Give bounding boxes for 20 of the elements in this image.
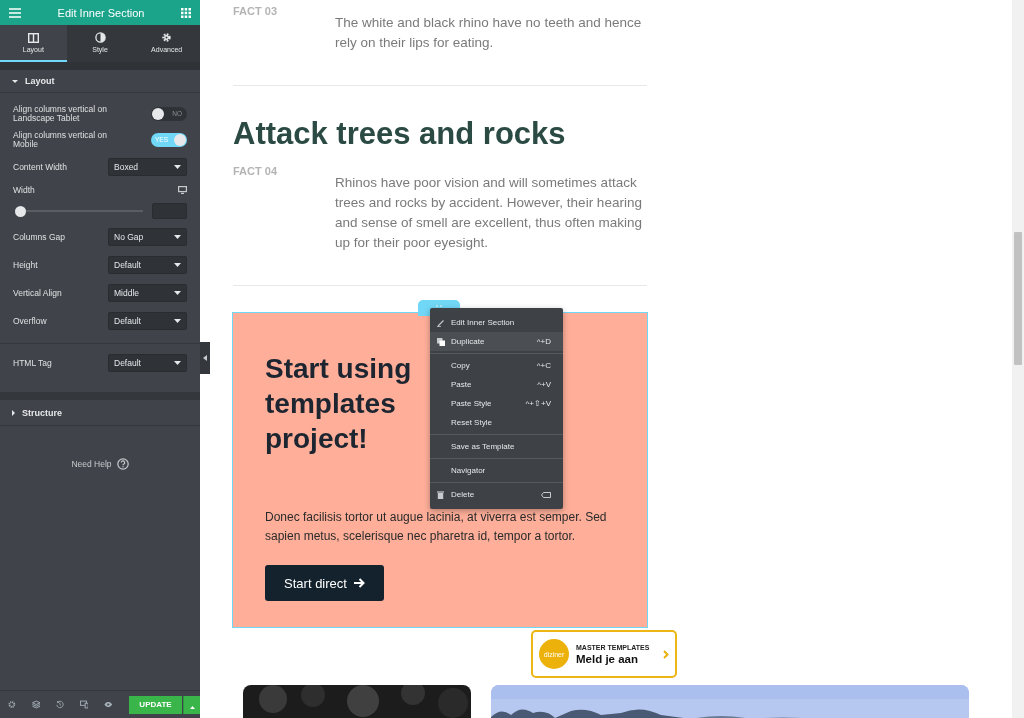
badge-title: Meld je aan: [576, 652, 639, 665]
fact-text: The white and black rhino have no teeth and hence rely on their lips for eating.: [335, 14, 643, 52]
heading-line: Start using: [265, 352, 412, 386]
heading-line: project!: [265, 422, 368, 456]
control-label: Height: [13, 260, 38, 270]
control-label: Vertical Align: [13, 288, 62, 298]
control-label: Width: [13, 185, 35, 195]
fact-label: FACT 04: [233, 164, 278, 179]
section-text: Donec facilisis tortor ut augue lacinia, at viverra est semper. Sed sapien metus, scelerisque nec pharetra id, tempor a tortor.: [265, 509, 608, 545]
section-heading: Attack trees and rocks: [233, 115, 567, 153]
control-label: Overflow: [13, 316, 47, 326]
control-label: Align columns vertical on Landscape Tablet: [13, 105, 108, 123]
fact-label: FACT 03: [233, 4, 278, 19]
control-label: Columns Gap: [13, 232, 65, 242]
panel-title: Edit Inner Section: [57, 6, 145, 19]
fact-text: Rhinos have poor vision and will sometimes attack trees and rocks by accident. However, their hearing and sense of smell are excellent, thus often making up for their poor eyesight.: [335, 174, 643, 252]
heading-line: templates: [265, 387, 396, 421]
control-label: Content Width: [13, 162, 67, 172]
control-label: HTML Tag: [13, 358, 52, 368]
control-label: Align columns vertical on Mobile: [13, 131, 108, 149]
